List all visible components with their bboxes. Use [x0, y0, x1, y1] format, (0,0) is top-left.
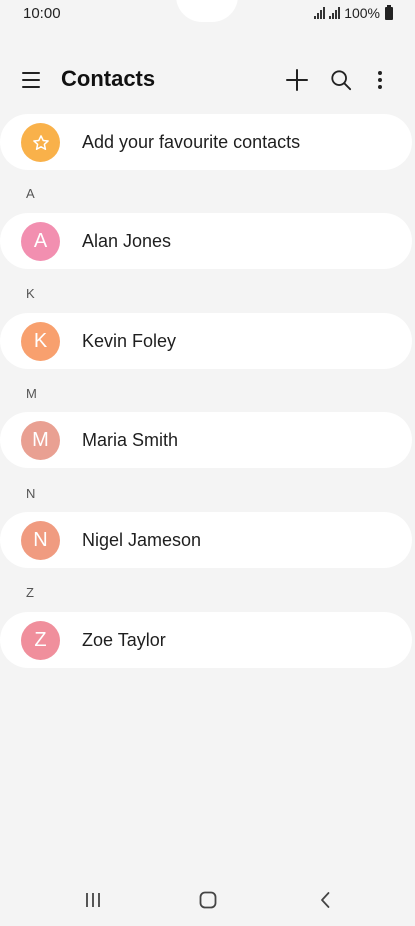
plus-icon [286, 69, 308, 91]
battery-percent: 100% [344, 5, 380, 21]
contact-name: Maria Smith [82, 430, 179, 450]
menu-icon[interactable] [22, 68, 48, 92]
page-title: Contacts [61, 66, 156, 91]
contact-name: Nigel Jameson [82, 530, 202, 550]
contact-name: Kevin Foley [82, 331, 177, 351]
app-bar: Contacts [0, 56, 415, 104]
more-options-button[interactable] [364, 64, 396, 96]
contact-avatar: K [21, 322, 60, 361]
search-button[interactable] [325, 64, 357, 96]
status-bar: 10:00 100% [0, 0, 415, 28]
contacts-screen: 10:00 100% Contacts Add your favourite c… [0, 0, 415, 926]
camera-notch [176, 0, 238, 22]
contact-name: Alan Jones [82, 231, 172, 251]
contact-item-zoe-taylor[interactable]: Z Zoe Taylor [0, 612, 412, 668]
contact-avatar: M [21, 421, 60, 460]
contact-item-nigel-jameson[interactable]: N Nigel Jameson [0, 512, 412, 568]
section-header-k: K [26, 286, 35, 301]
add-contact-button[interactable] [281, 64, 313, 96]
star-icon [32, 134, 49, 150]
back-button[interactable] [305, 886, 345, 914]
recents-button[interactable] [73, 886, 113, 914]
back-icon [321, 892, 330, 908]
favourites-avatar [21, 123, 60, 162]
contact-item-maria-smith[interactable]: M Maria Smith [0, 412, 412, 468]
home-button[interactable] [188, 886, 228, 914]
home-icon [199, 891, 217, 909]
signal-icon [314, 7, 326, 19]
contact-name: Zoe Taylor [82, 630, 166, 650]
section-header-a: A [26, 186, 35, 201]
add-favourites-card[interactable]: Add your favourite contacts [0, 114, 412, 170]
status-time: 10:00 [23, 5, 61, 22]
status-indicators: 100% [314, 4, 393, 21]
section-header-n: N [26, 486, 36, 501]
section-header-z: Z [26, 585, 34, 600]
recents-icon [86, 893, 100, 907]
battery-icon [385, 4, 393, 20]
contact-avatar: A [21, 222, 60, 261]
search-icon [331, 70, 352, 91]
contact-avatar: Z [21, 621, 60, 660]
contact-avatar: N [21, 521, 60, 560]
more-vertical-icon [378, 71, 382, 89]
contact-item-kevin-foley[interactable]: K Kevin Foley [0, 313, 412, 369]
contact-item-alan-jones[interactable]: A Alan Jones [0, 213, 412, 269]
favourites-label: Add your favourite contacts [82, 132, 301, 152]
section-header-m: M [26, 386, 37, 401]
signal-icon [329, 7, 341, 19]
navigation-bar [0, 874, 415, 926]
